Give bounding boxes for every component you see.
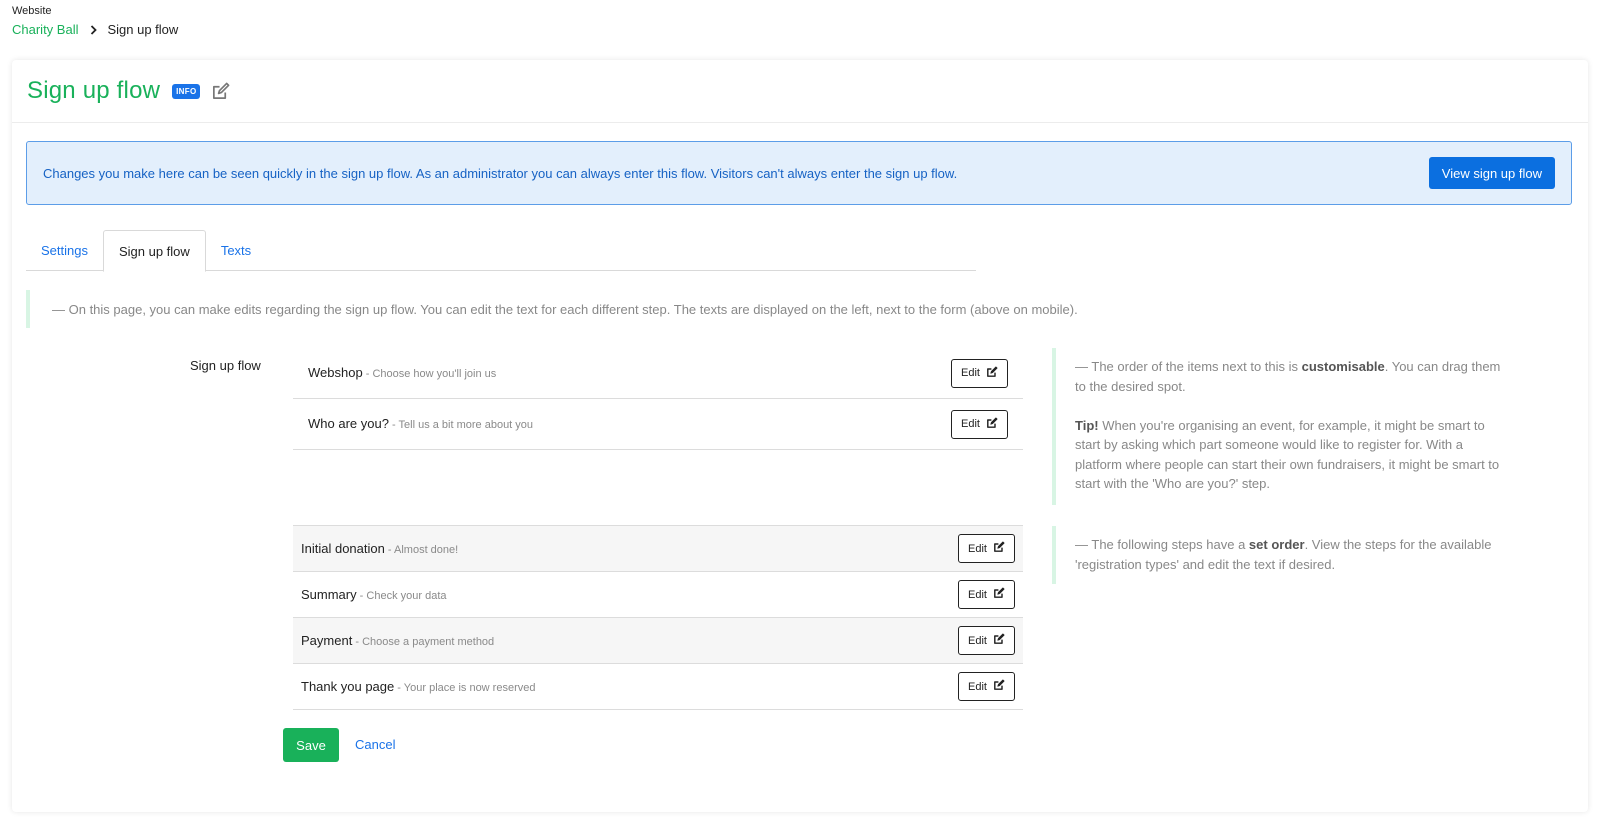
edit-button-label: Edit — [968, 634, 987, 647]
step-text: Thank you page - Your place is now reser… — [301, 678, 535, 696]
edit-button[interactable]: Edit — [951, 409, 1008, 439]
note-text: — The following steps have a — [1075, 537, 1249, 552]
edit-button[interactable]: Edit — [958, 626, 1015, 655]
edit-icon[interactable] — [211, 82, 230, 101]
customisable-order-note: — The order of the items next to this is… — [1052, 348, 1512, 505]
edit-button[interactable]: Edit — [958, 672, 1015, 701]
fixed-step-row: Payment - Choose a payment method Edit — [293, 618, 1023, 664]
edit-button-label: Edit — [961, 418, 980, 430]
tab-sign-up-flow[interactable]: Sign up flow — [102, 230, 206, 272]
save-button[interactable]: Save — [283, 728, 339, 762]
breadcrumb-section: Website — [12, 5, 52, 17]
note-bold: set order — [1248, 537, 1305, 552]
note-paragraph: — The following steps have a set order. … — [1075, 535, 1512, 574]
set-order-note: — The following steps have a set order. … — [1052, 526, 1512, 584]
view-sign-up-flow-button[interactable]: View sign up flow — [1428, 157, 1555, 189]
note-text: — The order of the items next to this is — [1075, 359, 1302, 374]
step-text: Webshop - Choose how you'll join us — [308, 364, 496, 382]
step-text: Summary - Check your data — [301, 586, 447, 604]
note-bold: customisable — [1301, 359, 1385, 374]
page-title: Sign up flow — [27, 77, 161, 104]
edit-button-label: Edit — [968, 588, 987, 601]
tab-settings[interactable]: Settings — [26, 230, 103, 271]
step-text: Who are you? - Tell us a bit more about … — [308, 415, 533, 433]
step-title: Initial donation — [301, 540, 385, 556]
fixed-step-row: Summary - Check your data Edit — [293, 572, 1023, 618]
tab-texts[interactable]: Texts — [206, 230, 266, 271]
cancel-link[interactable]: Cancel — [355, 737, 395, 752]
fixed-steps-list: Initial donation - Almost done! Edit Sum… — [293, 525, 1023, 710]
step-subtitle: - Check your data — [356, 589, 447, 602]
step-subtitle: - Choose how you'll join us — [362, 368, 497, 380]
step-title: Who are you? — [308, 416, 389, 431]
step-text: Payment - Choose a payment method — [301, 632, 494, 650]
chevron-right-icon — [90, 24, 98, 35]
draggable-steps-list: Webshop - Choose how you'll join us Edit… — [293, 348, 1023, 450]
edit-button[interactable]: Edit — [958, 580, 1015, 609]
tab-bar: Settings Sign up flow Texts — [26, 230, 976, 272]
step-title: Payment — [301, 632, 353, 648]
page-hint: — On this page, you can make edits regar… — [26, 290, 1226, 328]
note-paragraph: — The order of the items next to this is… — [1075, 357, 1512, 396]
edit-button[interactable]: Edit — [958, 534, 1015, 563]
step-subtitle: - Choose a payment method — [352, 635, 495, 648]
step-title: Webshop — [308, 365, 363, 380]
breadcrumb-parent-link[interactable]: Charity Ball — [12, 22, 78, 37]
step-text: Initial donation - Almost done! — [301, 540, 458, 558]
breadcrumb-current: Sign up flow — [107, 22, 179, 37]
edit-icon — [986, 365, 998, 381]
step-subtitle: - Almost done! — [384, 543, 459, 556]
edit-icon — [993, 679, 1005, 694]
edit-icon — [986, 416, 998, 432]
breadcrumb: Charity Ball Sign up flow — [12, 22, 178, 37]
edit-button[interactable]: Edit — [951, 358, 1008, 388]
info-notice: Changes you make here can be seen quickl… — [26, 141, 1572, 205]
tip-label: Tip! — [1075, 417, 1099, 433]
fixed-step-row: Thank you page - Your place is now reser… — [293, 664, 1023, 710]
tip-paragraph: Tip! When you're organising an event, fo… — [1075, 416, 1512, 494]
edit-button-label: Edit — [961, 367, 980, 379]
section-label: Sign up flow — [190, 358, 261, 373]
edit-button-label: Edit — [968, 542, 987, 555]
main-card: Sign up flow INFO Changes you make here … — [12, 60, 1588, 812]
tip-text: When you're organising an event, for exa… — [1075, 417, 1500, 492]
step-subtitle: - Your place is now reserved — [394, 681, 536, 694]
step-title: Thank you page — [301, 678, 395, 694]
step-subtitle: - Tell us a bit more about you — [388, 419, 534, 431]
notice-text: Changes you make here can be seen quickl… — [43, 165, 958, 181]
page-header: Sign up flow INFO — [12, 60, 1588, 123]
edit-icon — [993, 541, 1005, 556]
fixed-step-row: Initial donation - Almost done! Edit — [293, 526, 1023, 572]
edit-button-label: Edit — [968, 680, 987, 693]
info-badge[interactable]: INFO — [172, 83, 201, 99]
draggable-step-row[interactable]: Webshop - Choose how you'll join us Edit — [293, 348, 1023, 399]
edit-icon — [993, 587, 1005, 602]
edit-icon — [993, 633, 1005, 648]
draggable-step-row[interactable]: Who are you? - Tell us a bit more about … — [293, 399, 1023, 450]
step-title: Summary — [301, 586, 357, 602]
